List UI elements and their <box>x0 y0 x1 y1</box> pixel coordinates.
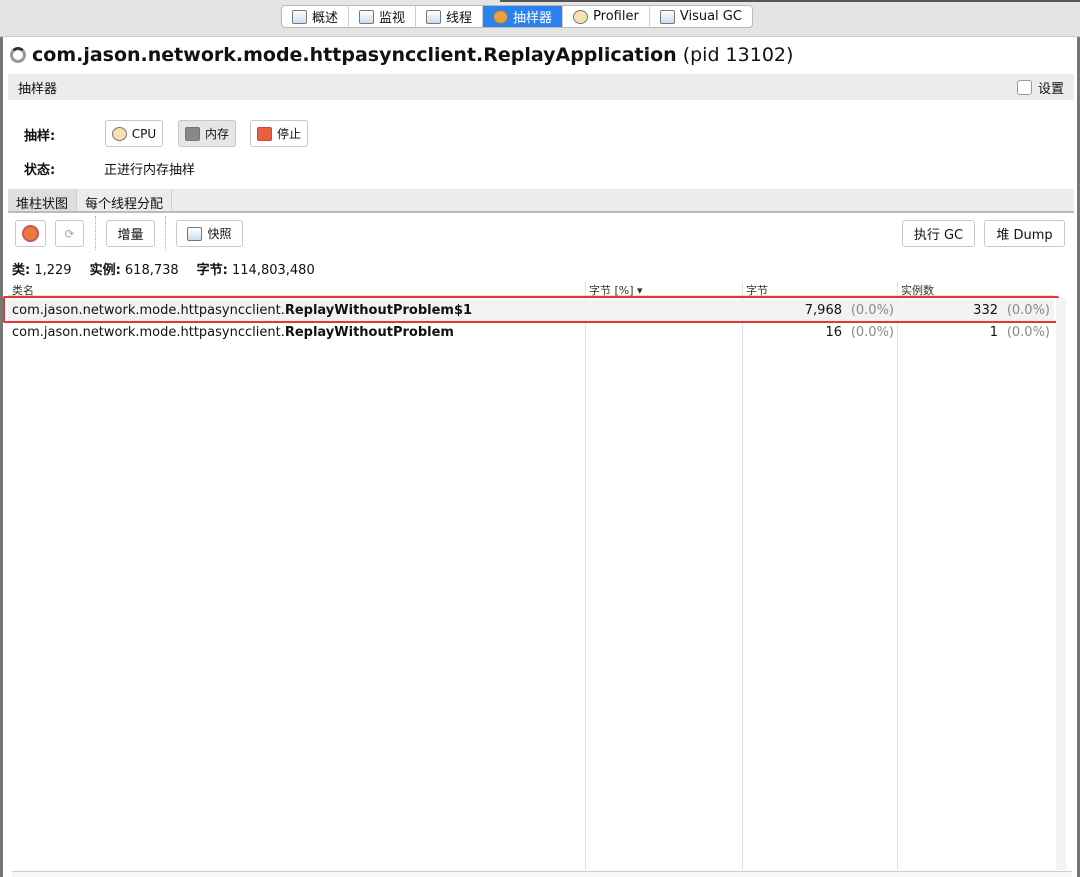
divider <box>95 216 96 250</box>
table-row[interactable]: com.jason.network.mode.httpasyncclient.R… <box>8 322 1054 344</box>
sampler-icon <box>493 9 509 24</box>
memory-button[interactable]: 内存 <box>178 120 236 147</box>
tab-monitor[interactable]: 监视 <box>349 6 417 27</box>
table-row[interactable]: com.jason.network.mode.httpasyncclient.R… <box>8 300 1054 322</box>
sample-label: 抽样: <box>24 129 56 144</box>
settings-checkbox[interactable]: 设置 <box>1016 78 1064 97</box>
heap-dump-button[interactable]: 堆 Dump <box>984 220 1065 247</box>
visualgc-icon <box>659 9 675 24</box>
status-value: 正进行内存抽样 <box>104 163 196 178</box>
column-bytes-percent[interactable]: 字节 [%] ▾ <box>589 282 643 298</box>
pause-button[interactable] <box>15 220 46 247</box>
column-bytes[interactable]: 字节 <box>746 282 768 298</box>
overview-icon <box>292 9 307 24</box>
tab-heap-histogram[interactable]: 堆柱状图 <box>8 189 78 212</box>
snapshot-icon <box>187 226 203 241</box>
threads-icon <box>426 9 442 24</box>
stop-icon <box>256 126 272 141</box>
tab-profiler[interactable]: Profiler <box>563 6 650 27</box>
perform-gc-button[interactable]: 执行 GC <box>902 220 975 247</box>
monitor-icon <box>359 9 375 24</box>
delta-button[interactable]: 增量 <box>106 220 155 247</box>
column-class-name[interactable]: 类名 <box>12 282 34 298</box>
horizontal-scrollbar[interactable] <box>12 871 1072 877</box>
top-bar: 概述 监视 线程 抽样器 Profiler Visual GC <box>0 0 1080 37</box>
pause-icon <box>22 225 39 242</box>
summary-stats: 类: 1,229 实例: 618,738 字节: 114,803,480 <box>12 263 315 278</box>
window-edge <box>0 37 3 877</box>
page-title: com.jason.network.mode.httpasyncclient.R… <box>10 44 793 66</box>
profiler-icon <box>573 9 589 24</box>
sub-tabs: 堆柱状图 每个线程分配 <box>8 189 1074 213</box>
refresh-button[interactable]: ⟳ <box>55 220 84 247</box>
divider <box>165 216 166 250</box>
checkbox-icon <box>1016 79 1032 95</box>
column-instances[interactable]: 实例数 <box>901 282 934 298</box>
cpu-button[interactable]: CPU <box>105 120 163 147</box>
tab-per-thread-allocation[interactable]: 每个线程分配 <box>77 189 173 212</box>
tab-overview[interactable]: 概述 <box>282 6 350 27</box>
table-header: 类名 字节 [%] ▾ 字节 实例数 <box>8 282 1054 298</box>
vertical-scrollbar[interactable] <box>1056 298 1066 870</box>
status-label: 状态: <box>24 163 56 178</box>
snapshot-button[interactable]: 快照 <box>176 220 243 247</box>
memory-icon <box>184 126 200 141</box>
tab-sampler[interactable]: 抽样器 <box>483 6 564 27</box>
tab-threads[interactable]: 线程 <box>416 6 484 27</box>
stop-button[interactable]: 停止 <box>250 120 308 147</box>
sampler-header: 抽样器 设置 <box>8 74 1074 100</box>
view-tabs: 概述 监视 线程 抽样器 Profiler Visual GC <box>281 5 753 28</box>
refresh-icon: ⟳ <box>64 226 75 241</box>
loading-icon <box>10 47 26 63</box>
tab-visual-gc[interactable]: Visual GC <box>650 6 752 27</box>
heap-histogram-table: 类名 字节 [%] ▾ 字节 实例数 com.jason.network.mod… <box>8 282 1054 870</box>
clock-icon <box>111 126 127 141</box>
